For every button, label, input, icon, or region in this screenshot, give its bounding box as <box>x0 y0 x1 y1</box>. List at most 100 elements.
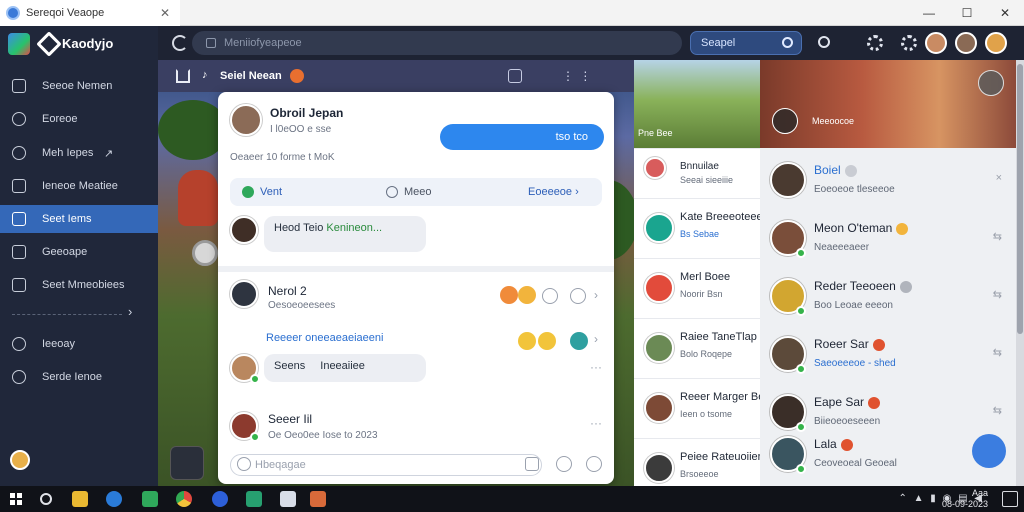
start-icon[interactable] <box>10 493 22 505</box>
window-icon[interactable] <box>508 69 522 83</box>
compose-button[interactable] <box>972 434 1006 468</box>
more-icon[interactable]: ··· <box>590 416 602 430</box>
contact-item[interactable]: Meon O'teman Neaeeeaeer ⇆ <box>760 210 1016 268</box>
store-icon[interactable] <box>142 491 158 507</box>
contact-item[interactable]: Reder Teeoeen Boo Leoae eeeon ⇆ <box>760 268 1016 326</box>
smile-icon[interactable] <box>518 332 536 350</box>
edge-icon[interactable] <box>106 491 122 507</box>
reaction-icon[interactable] <box>518 286 536 304</box>
emoji-picker-icon[interactable] <box>237 457 251 471</box>
close-window-button[interactable]: ✕ <box>986 0 1024 26</box>
browser-tab[interactable]: Sereqoi Veaope ✕ <box>0 0 180 26</box>
sidebar-item-active[interactable]: Seet Iems <box>0 205 166 233</box>
emoji-icon <box>290 69 304 83</box>
tab-close-icon[interactable]: ✕ <box>160 6 180 20</box>
item-subtitle: Brsoeeoe <box>680 469 719 479</box>
list-item[interactable]: Raiee TaneTlap Bolo Roqepe <box>634 318 760 378</box>
post-author: Nerol 2 <box>268 284 307 298</box>
app-icon[interactable] <box>280 491 296 507</box>
avatar[interactable] <box>230 104 262 136</box>
sidebar-item-settings[interactable]: Seet Mmeobiees <box>0 271 158 299</box>
smile-icon[interactable] <box>538 332 556 350</box>
switch-icon[interactable]: ⇆ <box>993 404 1002 417</box>
brand-icon <box>644 213 674 243</box>
contact-item[interactable]: Boiel Eoeoeoe tleseeoe × <box>760 152 1016 210</box>
settings-icon[interactable] <box>586 456 602 472</box>
user-avatar[interactable] <box>10 450 30 470</box>
link-title[interactable]: Reeeer oneeaeaeiaeeni <box>266 332 383 344</box>
close-icon[interactable]: × <box>996 172 1002 184</box>
search-icon[interactable] <box>818 36 830 48</box>
avatar[interactable] <box>985 32 1007 54</box>
message-input[interactable]: Hbeqagae <box>230 454 542 476</box>
search-icon[interactable] <box>782 37 793 48</box>
sidebar-item-home[interactable]: Seeoe Nemen <box>0 72 158 100</box>
avatar[interactable] <box>230 280 258 308</box>
contact-item[interactable]: Roeer Sar Saeoeeeoe - shed ⇆ <box>760 326 1016 384</box>
message-text-highlight: Kenineon... <box>326 222 383 234</box>
online-status <box>250 374 260 384</box>
attach-icon[interactable] <box>525 457 539 471</box>
sidebar-item-search[interactable]: Eoreoe <box>0 105 158 133</box>
avatar[interactable] <box>955 32 977 54</box>
share-icon[interactable] <box>570 288 586 304</box>
reload-icon[interactable] <box>172 35 188 51</box>
incoming-message[interactable]: Heod Teio Kenineon... <box>264 216 426 252</box>
home-icon[interactable] <box>176 69 190 83</box>
outgoing-message[interactable]: tso tco <box>440 124 604 150</box>
voice-icon[interactable] <box>556 456 572 472</box>
message-input-placeholder: Hbeqagae <box>255 459 306 471</box>
list-item[interactable]: Bnnuilae Seeai sieeiiie <box>634 148 760 198</box>
list-item[interactable]: Merl Boee Noorir Bsn <box>634 258 760 318</box>
search-input[interactable]: Seapel <box>690 31 802 55</box>
avatar[interactable] <box>925 32 947 54</box>
apps-grid-icon[interactable] <box>8 33 30 55</box>
notification-icon[interactable] <box>1002 491 1018 507</box>
switch-icon[interactable]: ⇆ <box>993 346 1002 359</box>
list-item[interactable]: Peiee Rateuoiiereo Brsoeeoe <box>634 438 760 486</box>
person-icon[interactable] <box>570 332 588 350</box>
expand-arrow-icon[interactable]: ↗ <box>104 147 113 160</box>
maximize-button[interactable]: ☐ <box>948 0 986 26</box>
online-status <box>796 248 806 258</box>
folder-icon[interactable] <box>72 491 88 507</box>
search-icon[interactable] <box>40 493 52 505</box>
reaction-add-icon[interactable] <box>542 288 558 304</box>
sidebar-item-history[interactable]: Ieeoay <box>0 330 158 358</box>
incoming-message[interactable]: Seens Ineeaiiee <box>264 354 426 382</box>
minimize-button[interactable]: — <box>910 0 948 26</box>
sidebar-item-profile[interactable]: Serde Ienoe <box>0 363 158 391</box>
video-preview[interactable]: Meeoocoe <box>760 60 1016 148</box>
clock[interactable]: Aaa 08-09-2023 <box>942 488 988 510</box>
settings-icon[interactable] <box>901 35 917 51</box>
chrome-icon[interactable] <box>176 491 192 507</box>
more-icon[interactable]: ⋮ ⋮ <box>562 69 592 83</box>
avatar[interactable] <box>230 216 258 244</box>
share-icon[interactable] <box>978 70 1004 96</box>
toolbar-button[interactable] <box>170 446 204 480</box>
browser-icon[interactable] <box>212 491 228 507</box>
chevron-right-icon[interactable]: › <box>594 332 598 346</box>
sidebar-item-feed[interactable]: Ieneoe Meatiee <box>0 172 158 200</box>
gear-icon[interactable] <box>867 35 883 51</box>
chevron-right-icon[interactable]: › <box>594 288 598 302</box>
sidebar-item-groups[interactable]: Geeoape <box>0 238 158 266</box>
action-middle[interactable]: Meeo <box>404 186 432 198</box>
sidebar-item-messages[interactable]: Meh Iepes ↗ <box>0 139 158 167</box>
reaction-icon[interactable] <box>500 286 518 304</box>
switch-icon[interactable]: ⇆ <box>993 288 1002 301</box>
chevron-right-icon[interactable]: › <box>128 304 132 319</box>
list-item[interactable]: Reeer Marger Bee Ieen o tsome <box>634 378 760 438</box>
more-icon[interactable]: ··· <box>590 360 602 374</box>
action-bar: Vent Meeo Eoeeeoe › <box>230 178 602 206</box>
app-icon[interactable] <box>246 491 262 507</box>
app-icon[interactable] <box>310 491 326 507</box>
action-left[interactable]: Vent <box>260 186 282 198</box>
list-item[interactable]: Kate Breeeoteee Bs Sebae <box>634 198 760 258</box>
scrollbar-thumb[interactable] <box>1017 64 1023 334</box>
mute-icon[interactable] <box>772 108 798 134</box>
switch-icon[interactable]: ⇆ <box>993 230 1002 243</box>
feed-thumbnail[interactable]: Pne Bee <box>634 60 760 148</box>
address-bar[interactable]: Meniiofyeapeoe <box>192 31 682 55</box>
action-right[interactable]: Eoeeeoe › <box>528 186 579 198</box>
